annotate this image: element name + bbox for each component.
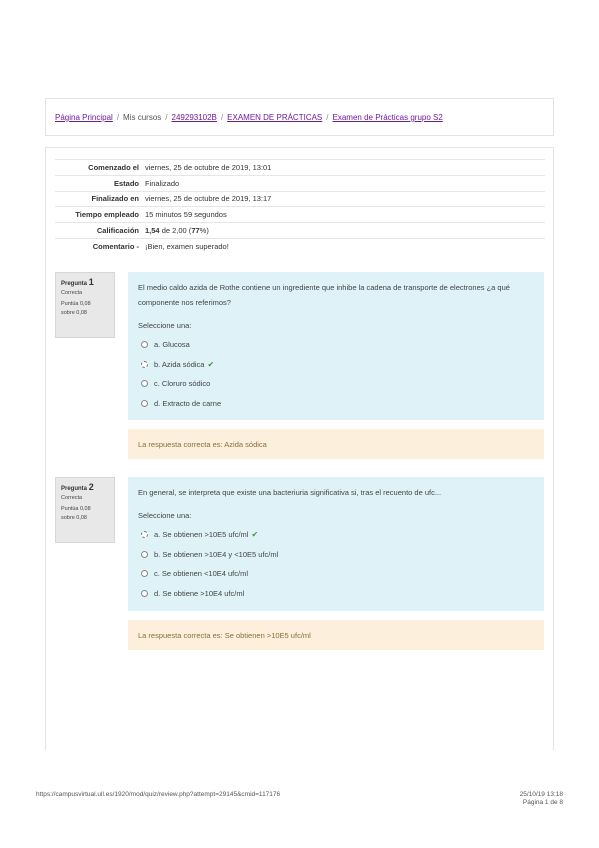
answer-option-a[interactable]: a. Glucosa [138, 335, 534, 355]
answer-option-c[interactable]: c. Cloruro sódico [138, 374, 534, 394]
summary-value: 1,54 de 2,00 (77%) [145, 222, 545, 239]
breadcrumb: Página Principal / Mis cursos/249293102B / E… [55, 113, 443, 122]
question-content-1: El medio caldo azida de Rothe contiene u… [128, 272, 544, 420]
summary-row-grade: Calificación 1,54 de 2,00 (77%) [55, 222, 545, 239]
summary-label: Finalizado en [55, 190, 145, 207]
option-label: b. Se obtienen >10E4 y <10E5 ufc/ml [154, 549, 279, 559]
option-label: a. Glucosa [154, 340, 190, 350]
radio-button[interactable] [141, 570, 148, 578]
question-number-value: 1 [88, 277, 94, 287]
grade-line: Puntúa 0,08 [61, 301, 91, 307]
grade-line: Puntúa 0,08 [61, 506, 91, 512]
print-datetime: 25/10/19 13:18 [519, 791, 563, 798]
breadcrumb-separator: / [326, 113, 329, 122]
summary-value: viernes, 25 de octubre de 2019, 13:17 [145, 190, 545, 207]
question-label: Pregunta [61, 281, 88, 287]
breadcrumb-quiz-link[interactable]: Examen de Prácticas grupo S2 [333, 113, 443, 122]
quiz-review-panel: Comenzado el viernes, 25 de octubre de 20… [45, 147, 554, 750]
grade-line: sobre 0,08 [61, 515, 87, 521]
summary-label: Comenzado el [55, 159, 145, 176]
answer-option-b[interactable]: b. Se obtienen >10E4 y <10E5 ufc/ml [138, 545, 534, 565]
question-feedback-2: La respuesta correcta es: Se obtienen >1… [128, 620, 544, 650]
radio-button[interactable] [141, 399, 148, 407]
option-label: b. Azida sódica [154, 359, 205, 369]
radio-button[interactable] [141, 341, 148, 349]
print-footer-url: https://campusvirtual.ull.es/1920/mod/qu… [36, 791, 281, 798]
question-state: Correcta [61, 495, 83, 501]
option-label: a. Se obtienen >10E5 ufc/ml [154, 530, 249, 540]
check-icon: ✔ [207, 359, 215, 369]
summary-value: Finalizado [145, 174, 545, 192]
answer-prompt: Seleccione una: [138, 321, 192, 330]
question-text: El medio caldo azida de Rothe contiene u… [138, 283, 510, 307]
radio-button[interactable] [141, 360, 148, 368]
summary-row-started: Comenzado el viernes, 25 de octubre de 20… [55, 159, 545, 176]
question-number: Pregunta 1 [61, 277, 109, 287]
answer-prompt: Seleccione una: [138, 511, 192, 520]
answer-option-d[interactable]: d. Extracto de carne [138, 394, 534, 414]
breadcrumb-my-courses: Mis cursos [123, 113, 162, 122]
question-text: En general, se interpreta que existe una… [138, 488, 442, 497]
summary-value: ¡Bien, examen superado! [145, 237, 545, 255]
option-label: d. Se obtiene >10E4 ufc/ml [154, 588, 245, 598]
question-info-2: Pregunta 2 Correcta Puntúa 0,08 sobre 0,0… [55, 477, 115, 543]
summary-label: Estado [55, 174, 145, 192]
summary-row-finished: Finalizado en viernes, 25 de octubre de 2… [55, 190, 545, 207]
question-content-2: En general, se interpreta que existe una… [128, 477, 544, 611]
grade-percent: 77 [191, 226, 200, 236]
summary-value: 15 minutos 59 segundos [145, 206, 545, 223]
answer-option-c[interactable]: c. Se obtienen <10E4 ufc/ml [138, 564, 534, 584]
summary-label: Comentario - [55, 237, 145, 255]
grade-max: de 2,00 ( [159, 226, 192, 236]
print-footer-meta: 25/10/19 13:18 Página 1 de 8 [520, 791, 563, 807]
breadcrumb-bar: Página Principal / Mis cursos/249293102B / E… [45, 98, 554, 136]
grade-line: sobre 0,08 [61, 310, 87, 316]
page-number: Página 1 de 8 [522, 799, 563, 806]
answer-option-d[interactable]: d. Se obtiene >10E4 ufc/ml [138, 584, 534, 604]
breadcrumb-separator: / [165, 113, 168, 122]
question-info-1: Pregunta 1 Correcta Puntúa 0,08 sobre 0,0… [55, 272, 115, 338]
option-label: c. Cloruro sódico [154, 379, 211, 389]
answer-options: a. Se obtienen >10E5 ufc/ml ✔ b. Se obtie… [138, 525, 534, 603]
radio-button[interactable] [141, 380, 148, 388]
option-label: d. Extracto de carne [154, 398, 222, 408]
question-number-value: 2 [88, 482, 94, 492]
attempt-summary-table: Comenzado el viernes, 25 de octubre de 20… [55, 159, 545, 255]
summary-label: Calificación [55, 222, 145, 239]
radio-button[interactable] [141, 550, 148, 558]
summary-row-time-taken: Tiempo empleado 15 minutos 59 segundos [55, 206, 545, 223]
summary-row-comment: Comentario - ¡Bien, examen superado! [55, 237, 545, 255]
breadcrumb-separator: / [220, 113, 224, 122]
radio-button[interactable] [141, 531, 148, 539]
breadcrumb-home-link[interactable]: Página Principal [55, 113, 113, 122]
question-grade: Puntúa 0,08 sobre 0,08 [61, 505, 109, 523]
breadcrumb-separator: / [116, 113, 120, 122]
answer-option-b[interactable]: b. Azida sódica ✔ [138, 355, 534, 375]
answer-option-a[interactable]: a. Se obtienen >10E5 ufc/ml ✔ [138, 525, 534, 545]
option-label: c. Se obtienen <10E4 ufc/ml [154, 569, 249, 579]
radio-button[interactable] [141, 589, 148, 597]
answer-options: a. Glucosa b. Azida sódica ✔ c. Cloruro s… [138, 335, 534, 413]
question-feedback-1: La respuesta correcta es: Azida sódica [128, 429, 544, 459]
grade-percent-sign: %) [199, 226, 209, 236]
question-grade: Puntúa 0,08 sobre 0,08 [61, 300, 109, 318]
summary-label: Tiempo empleado [55, 206, 145, 223]
check-icon: ✔ [251, 530, 259, 540]
breadcrumb-section-link[interactable]: EXAMEN DE PRÁCTICAS [227, 113, 322, 122]
summary-value: viernes, 25 de octubre de 2019, 13:01 [145, 159, 545, 176]
summary-row-state: Estado Finalizado [55, 174, 545, 192]
grade-score: 1,54 [145, 226, 160, 236]
question-number: Pregunta 2 [61, 482, 109, 492]
question-state: Correcta [61, 290, 83, 296]
question-label: Pregunta [61, 486, 88, 492]
breadcrumb-course-link[interactable]: 249293102B [172, 113, 217, 122]
